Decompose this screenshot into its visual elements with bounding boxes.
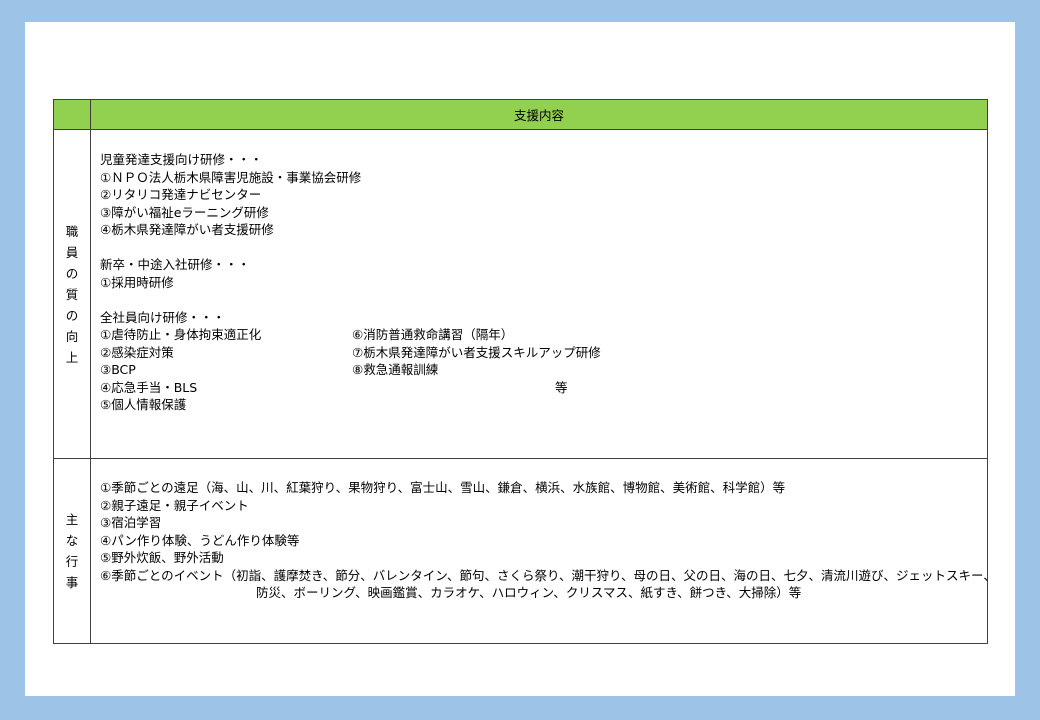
side-char: な [65, 533, 79, 548]
list-item: ③BCP [100, 362, 136, 377]
list-item: ⑦栃木県発達障がい者支援スキルアップ研修 [352, 344, 601, 360]
event-item-continued: 防災、ボーリング、映画鑑賞、カラオケ、ハロウィン、クリスマス、紙すき、餅つき、大… [256, 585, 802, 600]
main-events-row: 主 な 行 事 ①季節ごとの遠足（海、山、川、紅葉狩り、果物狩り、富士山、雪山、… [53, 458, 996, 644]
list-item: ③障がい福祉eラーニング研修 [100, 204, 269, 220]
section-title: 児童発達支援向け研修・・・ [100, 152, 263, 167]
side-char: 事 [65, 575, 79, 590]
event-item: ②親子遠足・親子イベント [100, 497, 249, 513]
list-item: ④栃木県発達障がい者支援研修 [100, 222, 274, 237]
list-item: ②リタリコ発達ナビセンター [100, 187, 262, 202]
list-item: ⑤個人情報保護 [100, 397, 187, 412]
event-item: ③宿泊学習 [100, 515, 162, 530]
list-item: ②感染症対策 [100, 344, 174, 360]
list-item: ①採用時研修 [100, 274, 174, 290]
table-header-row: 支援内容 [53, 99, 988, 130]
list-item: ①虐待防止・身体拘束適正化 [100, 327, 262, 342]
staff-quality-content: 児童発達支援向け研修・・・ ①ＮＰＯ法人栃木県障害児施設・事業協会研修 ②リタリ… [90, 129, 988, 459]
side-char: の [65, 307, 79, 323]
section-title: 新卒・中途入社研修・・・ [100, 257, 251, 272]
list-item: ①ＮＰＯ法人栃木県障害児施設・事業協会研修 [100, 169, 362, 185]
side-char: 行 [65, 554, 79, 569]
side-char: 上 [65, 349, 79, 365]
etc-label: 等 [555, 379, 568, 395]
header-blank-cell [53, 99, 91, 130]
list-item: ⑧救急通報訓練 [352, 362, 439, 377]
event-item: ⑥季節ごとのイベント（初詣、護摩焚き、節分、バレンタイン、節句、さくら祭り、潮干… [100, 567, 996, 583]
support-table: 支援内容 職 員 の 質 の 向 上 児童発達支援向け研修・・・ ①ＮＰＯ法人栃… [53, 99, 996, 644]
staff-quality-label: 職 員 の 質 の 向 上 [53, 129, 91, 459]
slide: 支援内容 職 員 の 質 の 向 上 児童発達支援向け研修・・・ ①ＮＰＯ法人栃… [25, 22, 1015, 696]
event-item: ①季節ごとの遠足（海、山、川、紅葉狩り、果物狩り、富士山、雪山、鎌倉、横浜、水族… [100, 480, 786, 495]
staff-quality-row: 職 員 の 質 の 向 上 児童発達支援向け研修・・・ ①ＮＰＯ法人栃木県障害児… [53, 129, 988, 459]
list-item: ④応急手当・BLS [100, 379, 198, 395]
side-char: 向 [65, 328, 79, 344]
side-char: 職 [65, 223, 79, 239]
event-item: ⑤野外炊飯、野外活動 [100, 550, 224, 565]
event-item: ④パン作り体験、うどん作り体験等 [100, 532, 300, 548]
side-char: 質 [65, 286, 79, 302]
section-title: 全社員向け研修・・・ [100, 309, 226, 325]
main-events-content: ①季節ごとの遠足（海、山、川、紅葉狩り、果物狩り、富士山、雪山、鎌倉、横浜、水族… [90, 458, 996, 644]
main-events-label: 主 な 行 事 [53, 458, 91, 644]
list-item: ⑥消防普通救命講習（隔年） [352, 327, 514, 342]
side-char: 主 [65, 512, 79, 527]
side-char: の [65, 265, 79, 281]
header-label: 支援内容 [90, 99, 988, 130]
side-char: 員 [65, 244, 79, 260]
